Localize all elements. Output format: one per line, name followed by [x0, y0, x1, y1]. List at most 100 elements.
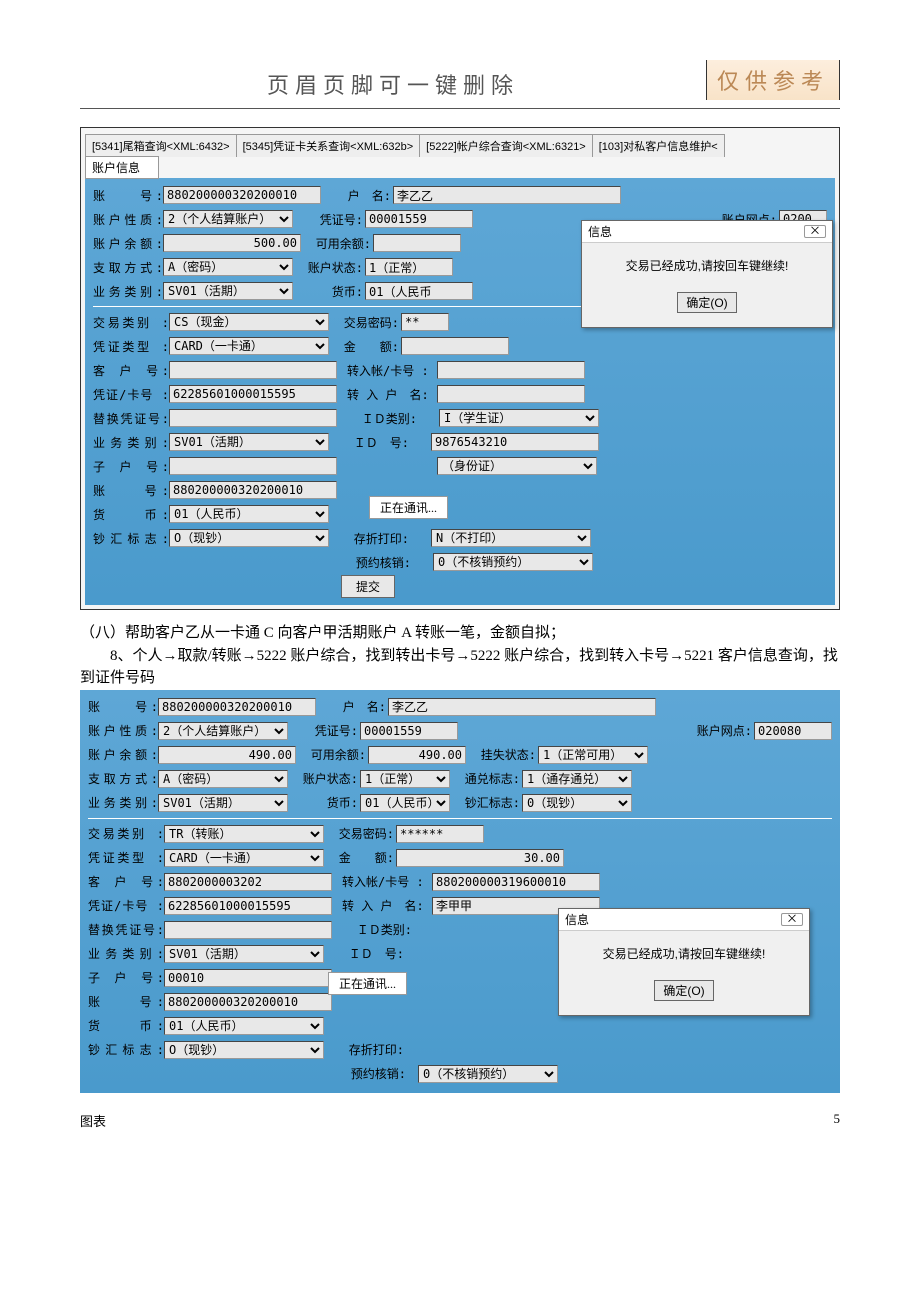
lbl-to-acct: 转入帐/卡号 :: [347, 362, 437, 379]
curr-select-2[interactable]: 01（人民币）: [360, 794, 450, 812]
id-card-select[interactable]: （身份证）: [437, 457, 597, 475]
avail-input-2[interactable]: [368, 746, 466, 764]
cert-input-2[interactable]: [360, 722, 458, 740]
biz-select[interactable]: SV01（活期）: [163, 282, 293, 300]
cert-no-input[interactable]: [365, 210, 473, 228]
lbl-tt-2: 交易类别 :: [88, 825, 164, 842]
biz2-select[interactable]: SV01（活期）: [169, 433, 329, 451]
tab-5341[interactable]: [5341]尾箱查询<XML:6432>: [85, 134, 237, 157]
lbl-biz-2: 业务类别:: [88, 794, 158, 811]
curr-input[interactable]: [365, 282, 473, 300]
cust-input[interactable]: [169, 361, 337, 379]
name-input[interactable]: [393, 186, 621, 204]
lbl-bal-2: 账户余额:: [88, 746, 158, 763]
lbl-amt-2: 金 额:: [334, 849, 396, 866]
to-acct-input-2[interactable]: [432, 873, 600, 891]
lbl-cert-no: 凭证号:: [303, 211, 365, 228]
cust-input-2[interactable]: [164, 873, 332, 891]
cert-type-select[interactable]: CARD（一卡通）: [169, 337, 329, 355]
cert-type-select-2[interactable]: CARD（一卡通）: [164, 849, 324, 867]
bal-input-2[interactable]: [158, 746, 296, 764]
reserve-select-2[interactable]: 0（不核销预约）: [418, 1065, 558, 1083]
lbl-idno-2: ＩＤ 号:: [334, 945, 406, 962]
comm-tooltip-2: 正在通讯...: [328, 972, 407, 995]
lbl-curr2: 货 币:: [93, 506, 169, 523]
name-input-2[interactable]: [388, 698, 656, 716]
book-select[interactable]: N（不打印）: [431, 529, 591, 547]
cash-select-2[interactable]: O（现钞）: [164, 1041, 324, 1059]
reserve-select[interactable]: 0（不核销预约）: [433, 553, 593, 571]
lbl-cert-2: 凭证号:: [298, 722, 360, 739]
pwd-input[interactable]: [401, 313, 449, 331]
card-input-2[interactable]: [164, 897, 332, 915]
repl-input[interactable]: [169, 409, 337, 427]
repl-input-2[interactable]: [164, 921, 332, 939]
lbl-repl: 替换凭证号:: [93, 410, 169, 427]
type-select-2[interactable]: 2（个人结算账户）: [158, 722, 288, 740]
lbl-biz2-2: 业务类别:: [88, 945, 164, 962]
amt-input-2[interactable]: [396, 849, 564, 867]
trans-type-select-2[interactable]: TR（转账）: [164, 825, 324, 843]
submit-button[interactable]: 提交: [341, 575, 395, 598]
to-acct-input[interactable]: [437, 361, 585, 379]
state-select-2[interactable]: 1（正常）: [360, 770, 450, 788]
amt-input[interactable]: [401, 337, 509, 355]
lbl-cust: 客 户 号:: [93, 362, 169, 379]
lbl-biz2: 业务类别:: [93, 434, 169, 451]
popup-msg: 交易已经成功,请按回车键继续!: [600, 257, 814, 274]
lbl-ct-2: 凭证类型 :: [88, 849, 164, 866]
tab-5222[interactable]: [5222]帐户综合查询<XML:6321>: [419, 134, 593, 157]
id-type-select[interactable]: I（学生证）: [439, 409, 599, 427]
lbl-name: 户 名:: [331, 187, 393, 204]
pwd-input-2[interactable]: [396, 825, 484, 843]
lbl-pwd: 交易密码:: [339, 314, 401, 331]
cash-select[interactable]: O（现钞）: [169, 529, 329, 547]
lbl-idtype-2: ＩＤ类别:: [342, 921, 414, 938]
id-no-input[interactable]: [431, 433, 599, 451]
popup-title-2: 信息: [565, 911, 589, 928]
lbl-account-no: 账 号:: [93, 187, 163, 204]
close-icon[interactable]: ⨉: [804, 225, 826, 238]
doc-text: （八）帮助客户乙从一卡通 C 向客户甲活期账户 A 转账一笔，金额自拟； 8、个…: [80, 622, 840, 690]
draw-select-2[interactable]: A（密码）: [158, 770, 288, 788]
lbl-curr: 货币:: [303, 283, 365, 300]
trans-type-select[interactable]: CS（现金）: [169, 313, 329, 331]
curr2-select[interactable]: 01（人民币）: [169, 505, 329, 523]
lbl-sub-2: 子 户 号:: [88, 969, 164, 986]
acct-type-select[interactable]: 2（个人结算账户）: [163, 210, 293, 228]
lbl-draw: 支取方式:: [93, 259, 163, 276]
tongd-select-2[interactable]: 1（通存通兑）: [522, 770, 632, 788]
biz-select-2[interactable]: SV01（活期）: [158, 794, 288, 812]
cash-select-2a[interactable]: 0（现钞）: [522, 794, 632, 812]
tab-5345[interactable]: [5345]凭证卡关系查询<XML:632b>: [236, 134, 421, 157]
card-input[interactable]: [169, 385, 337, 403]
draw-select[interactable]: A（密码）: [163, 258, 293, 276]
ok-button-2[interactable]: 确定(O): [654, 980, 713, 1001]
lbl-lost: 挂失状态:: [476, 746, 538, 763]
account-no-input[interactable]: [163, 186, 321, 204]
lbl-cash-2: 钞汇标志:: [88, 1041, 164, 1058]
avail-input[interactable]: [373, 234, 461, 252]
section-label: 账户信息: [85, 156, 159, 179]
lbl-acct-state: 账户状态:: [303, 259, 365, 276]
acct-state-input[interactable]: [365, 258, 453, 276]
page-header: 页眉页脚可一键删除 仅供参考: [80, 60, 840, 109]
acct2-input-2[interactable]: [164, 993, 332, 1011]
sub-input[interactable]: [169, 457, 337, 475]
close-icon-2[interactable]: ⨉: [781, 913, 803, 926]
tab-103[interactable]: [103]对私客户信息维护<: [592, 134, 725, 157]
acct2-input[interactable]: [169, 481, 337, 499]
lost-select[interactable]: 1（正常可用）: [538, 746, 648, 764]
account-no-input-2[interactable]: [158, 698, 316, 716]
tab-bar: [5341]尾箱查询<XML:6432> [5345]凭证卡关系查询<XML:6…: [85, 134, 835, 157]
lbl-state-2: 账户状态:: [298, 770, 360, 787]
balance-input[interactable]: [163, 234, 301, 252]
lbl-cash: 钞汇标志:: [93, 530, 169, 547]
branch-input-2[interactable]: [754, 722, 832, 740]
biz2-select-2[interactable]: SV01（活期）: [164, 945, 324, 963]
ok-button[interactable]: 确定(O): [677, 292, 736, 313]
to-name-input[interactable]: [437, 385, 585, 403]
sub-input-2[interactable]: [164, 969, 332, 987]
header-title: 页眉页脚可一键删除: [80, 68, 706, 100]
curr2-select-2[interactable]: 01（人民币）: [164, 1017, 324, 1035]
